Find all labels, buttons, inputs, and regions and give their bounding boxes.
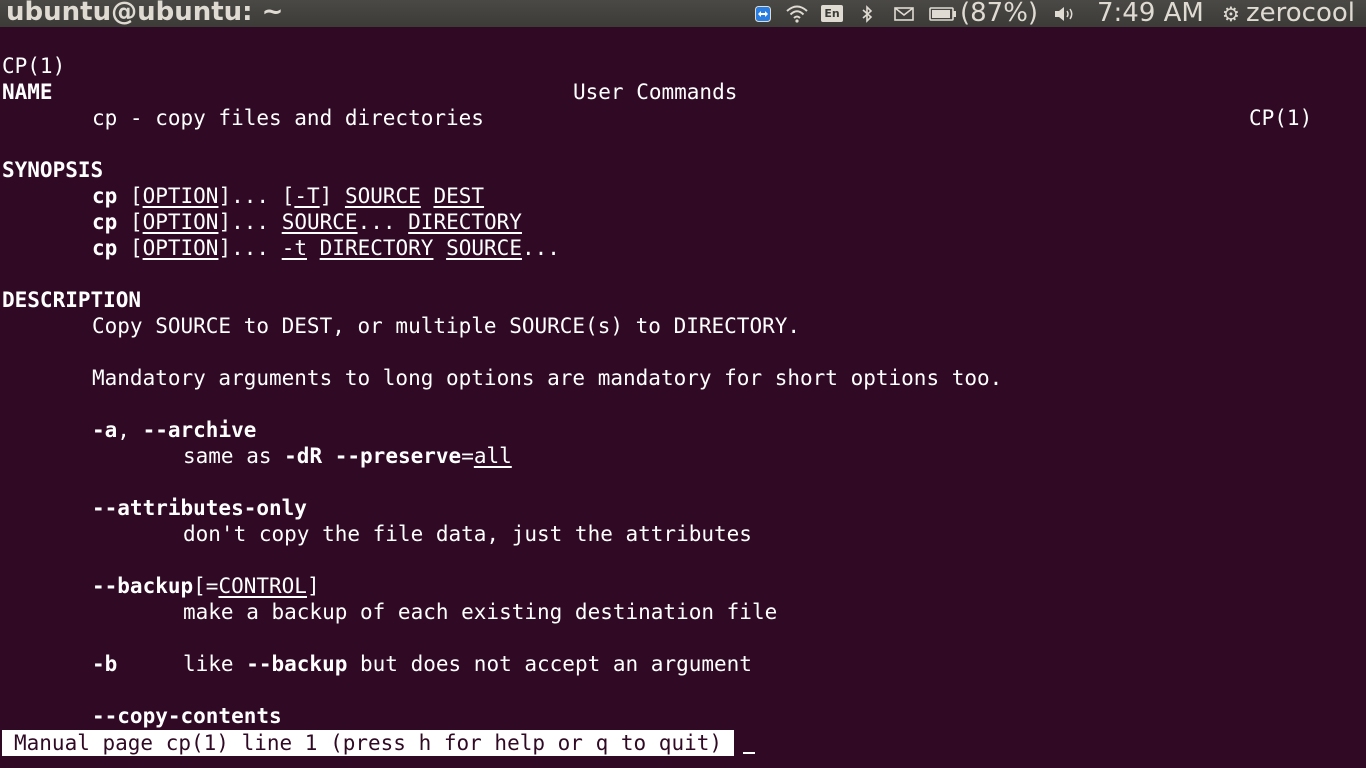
clock[interactable]: 7:49 AM	[1097, 0, 1204, 28]
synopsis-cmd: cp	[92, 236, 118, 260]
synopsis-line-3: cp [OPTION]... -t DIRECTORY SOURCE...	[92, 236, 560, 260]
synopsis-line-1: cp [OPTION]... [-T] SOURCE DEST	[92, 184, 485, 208]
option-archive: -a, --archive	[92, 418, 257, 442]
section-heading-description: DESCRIPTION	[2, 288, 142, 312]
man-header-center: User Commands	[573, 80, 738, 104]
synopsis-directory: DIRECTORY	[408, 210, 522, 234]
teamviewer-icon[interactable]	[754, 0, 772, 27]
session-username[interactable]: zerocool	[1246, 0, 1355, 28]
synopsis-t-flag: -t	[281, 236, 307, 260]
bluetooth-icon[interactable]	[860, 0, 874, 27]
option-b-desc-suffix: but does not accept an argument	[347, 652, 752, 676]
synopsis-T-flag: -T	[294, 184, 320, 208]
section-heading-synopsis: SYNOPSIS	[2, 158, 104, 182]
option-backup-flag: --backup	[92, 574, 194, 598]
synopsis-ellipsis: ...	[231, 236, 270, 260]
synopsis-ellipsis: ...	[357, 210, 396, 234]
name-description: cp - copy files and directories	[92, 106, 484, 130]
option-backup-desc: make a backup of each existing destinati…	[183, 600, 778, 624]
option-archive-desc: same as -dR --preserve=all	[183, 444, 512, 468]
option-attributes-only-desc: don't copy the file data, just the attri…	[183, 522, 752, 546]
synopsis-source: SOURCE	[344, 184, 421, 208]
synopsis-directory: DIRECTORY	[319, 236, 434, 260]
terminal-cursor	[743, 752, 755, 754]
option-a-long: --archive	[142, 418, 257, 442]
terminal-window[interactable]: CP(1) User Commands CP(1) NAME cp - copy…	[0, 27, 1366, 768]
option-b: -b	[92, 652, 118, 676]
option-copy-contents: --copy-contents	[92, 704, 282, 728]
option-attributes-only: --attributes-only	[92, 496, 307, 520]
keyboard-layout-label: En	[821, 5, 843, 22]
keyboard-layout-icon[interactable]: En	[821, 0, 843, 27]
synopsis-ellipsis: ...	[521, 236, 560, 260]
man-header-left: CP(1)	[2, 54, 66, 78]
option-a-desc-dR: -dR	[284, 444, 323, 468]
synopsis-cmd: cp	[92, 210, 118, 234]
synopsis-cmd: cp	[92, 184, 118, 208]
synopsis-source: SOURCE	[446, 236, 522, 260]
section-heading-name: NAME	[2, 80, 53, 104]
pager-status-bar: Manual page cp(1) line 1 (press h for he…	[2, 730, 735, 756]
description-line-2: Mandatory arguments to long options are …	[92, 366, 1003, 390]
gear-icon[interactable]: ⚙	[1220, 0, 1242, 27]
option-b-desc-backup: --backup	[246, 652, 348, 676]
synopsis-dest: DEST	[433, 184, 485, 208]
synopsis-source: SOURCE	[281, 210, 358, 234]
option-b-desc: like --backup but does not accept an arg…	[183, 651, 752, 677]
option-b-desc-prefix: like	[183, 652, 247, 676]
window-title: ubuntu@ubuntu: ~	[6, 0, 284, 27]
synopsis-option: OPTION	[142, 236, 219, 260]
battery-percentage: (87%)	[960, 0, 1039, 28]
wifi-icon[interactable]	[786, 0, 808, 27]
option-a-desc-prefix: same as	[183, 444, 285, 468]
option-a-desc-all: all	[473, 444, 512, 468]
option-a-desc-preserve: --preserve	[334, 444, 462, 468]
synopsis-ellipsis: ...	[231, 210, 270, 234]
top-panel: ubuntu@ubuntu: ~ En (87%) 7:49 AM ⚙ zero…	[0, 0, 1366, 28]
synopsis-option: OPTION	[142, 184, 219, 208]
mail-icon[interactable]	[893, 0, 915, 27]
synopsis-line-2: cp [OPTION]... SOURCE... DIRECTORY	[92, 210, 522, 234]
man-header: CP(1) User Commands CP(1)	[2, 27, 1364, 130]
description-line-1: Copy SOURCE to DEST, or multiple SOURCE(…	[92, 314, 801, 338]
option-backup: --backup[=CONTROL]	[92, 574, 320, 598]
option-a-short: -a	[92, 418, 118, 442]
synopsis-ellipsis: ...	[231, 184, 270, 208]
option-backup-control: CONTROL	[218, 574, 307, 598]
sound-icon[interactable]	[1053, 0, 1077, 27]
man-header-right: CP(1)	[1249, 106, 1313, 130]
synopsis-option: OPTION	[142, 210, 219, 234]
battery-icon[interactable]	[928, 0, 958, 27]
